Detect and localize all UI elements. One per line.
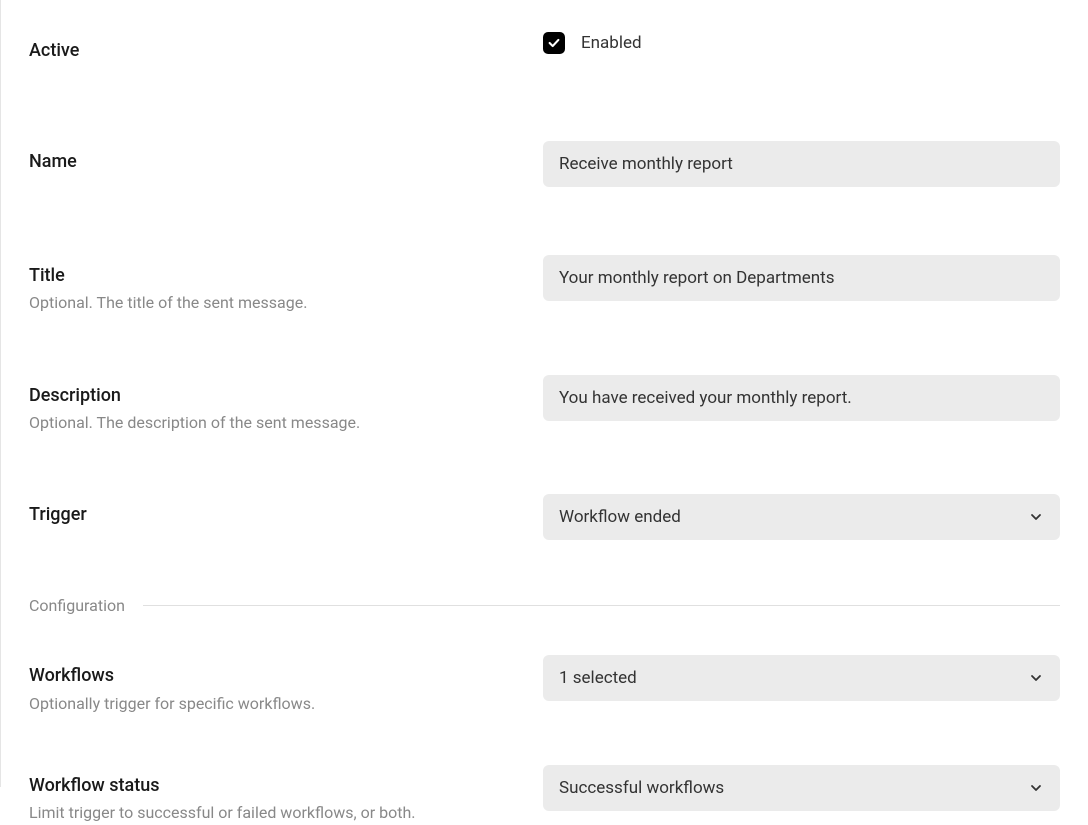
workflow-status-label-col: Workflow status Limit trigger to success… <box>29 765 543 825</box>
active-input-col: Enabled <box>543 30 1060 54</box>
workflow-status-select[interactable]: Successful workflows <box>543 765 1060 811</box>
name-input-col <box>543 141 1060 187</box>
name-row: Name <box>29 141 1060 187</box>
workflows-row: Workflows Optionally trigger for specifi… <box>29 655 1060 715</box>
description-input[interactable] <box>543 375 1060 421</box>
workflow-status-input-col: Successful workflows <box>543 765 1060 811</box>
check-icon <box>547 36 561 50</box>
trigger-label: Trigger <box>29 502 543 527</box>
trigger-row: Trigger Workflow ended <box>29 494 1060 540</box>
description-row: Description Optional. The description of… <box>29 375 1060 435</box>
name-input[interactable] <box>543 141 1060 187</box>
workflows-input-col: 1 selected <box>543 655 1060 701</box>
name-label-col: Name <box>29 141 543 174</box>
active-label: Active <box>29 38 543 63</box>
workflow-status-select-value: Successful workflows <box>559 778 724 798</box>
chevron-down-icon <box>1028 670 1044 686</box>
trigger-select-value: Workflow ended <box>559 507 681 527</box>
trigger-label-col: Trigger <box>29 494 543 527</box>
trigger-input-col: Workflow ended <box>543 494 1060 540</box>
workflows-select-value: 1 selected <box>559 668 637 688</box>
divider-line <box>143 605 1060 606</box>
description-label-col: Description Optional. The description of… <box>29 375 543 435</box>
name-label: Name <box>29 149 543 174</box>
title-label: Title <box>29 263 543 288</box>
active-checkbox-label: Enabled <box>581 33 642 53</box>
workflows-hint: Optionally trigger for specific workflow… <box>29 693 543 715</box>
title-label-col: Title Optional. The title of the sent me… <box>29 255 543 315</box>
workflow-status-row: Workflow status Limit trigger to success… <box>29 765 1060 825</box>
title-input-col <box>543 255 1060 301</box>
workflow-status-hint: Limit trigger to successful or failed wo… <box>29 802 543 824</box>
active-row: Active Enabled <box>29 30 1060 63</box>
workflows-select[interactable]: 1 selected <box>543 655 1060 701</box>
description-input-col <box>543 375 1060 421</box>
chevron-down-icon <box>1028 780 1044 796</box>
workflows-label: Workflows <box>29 663 543 688</box>
chevron-down-icon <box>1028 509 1044 525</box>
title-input[interactable] <box>543 255 1060 301</box>
description-label: Description <box>29 383 543 408</box>
title-row: Title Optional. The title of the sent me… <box>29 255 1060 315</box>
active-checkbox[interactable] <box>543 32 565 54</box>
configuration-section-title: Configuration <box>29 596 125 615</box>
trigger-select[interactable]: Workflow ended <box>543 494 1060 540</box>
workflows-label-col: Workflows Optionally trigger for specifi… <box>29 655 543 715</box>
configuration-section-divider: Configuration <box>29 596 1060 615</box>
active-label-col: Active <box>29 30 543 63</box>
active-checkbox-wrap: Enabled <box>543 30 1060 54</box>
title-hint: Optional. The title of the sent message. <box>29 292 543 314</box>
workflow-status-label: Workflow status <box>29 773 543 798</box>
description-hint: Optional. The description of the sent me… <box>29 412 543 434</box>
